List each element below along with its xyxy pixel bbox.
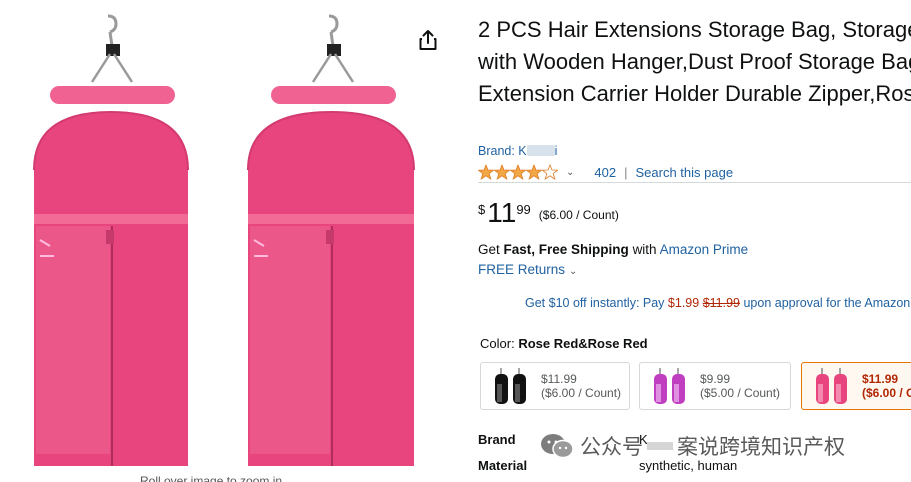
shipping-with: with (632, 242, 657, 257)
free-returns-label: FREE Returns (478, 262, 566, 277)
search-this-page-link[interactable]: Search this page (635, 165, 733, 180)
swatch-text: $9.99 ($5.00 / Count) (700, 372, 780, 400)
shipping-get: Get (478, 242, 500, 257)
spec-label-material: Material (478, 458, 528, 473)
swatch-thumbnail (816, 368, 847, 404)
storage-bag-left (33, 14, 189, 466)
price-per-unit: ($6.00 / Count) (538, 208, 619, 222)
swatch-price: $11.99 (541, 372, 577, 386)
price-symbol: $ (478, 202, 486, 217)
color-swatch-purple[interactable]: $9.99 ($5.00 / Count) (639, 362, 791, 410)
chevron-down-icon[interactable]: ⌄ (566, 167, 574, 178)
promo-banner[interactable]: Get $10 off instantly: Pay $1.99 $11.99 … (525, 296, 910, 310)
product-title: 2 PCS Hair Extensions Storage Bag, Stora… (478, 17, 911, 106)
wechat-icon (541, 434, 574, 459)
color-swatch-rose-red[interactable]: $11.99 ($6.00 / Count) (801, 362, 911, 410)
product-image-area[interactable]: Roll over image to zoom in (0, 0, 470, 482)
divider (478, 182, 911, 183)
color-selected: Rose Red&Rose Red (518, 336, 648, 351)
share-icon[interactable] (416, 28, 440, 52)
price-fraction: 99 (516, 202, 531, 217)
color-label-prefix: Color: (480, 336, 515, 351)
promo-tail: upon approval for the Amazon (743, 296, 911, 310)
amazon-prime-link[interactable]: Amazon Prime (660, 242, 749, 257)
spec-label-brand: Brand (478, 432, 516, 447)
color-label: Color: Rose Red&Rose Red (480, 336, 648, 351)
stars-icon (478, 164, 558, 180)
product-image[interactable] (0, 0, 470, 470)
separator: | (624, 164, 628, 180)
swatch-unit: ($5.00 / Count) (700, 386, 781, 400)
swatch-text: $11.99 ($6.00 / Count) (862, 372, 911, 400)
swatch-unit: ($6.00 / Count) (541, 386, 622, 400)
brand-link-suffix: i (554, 144, 558, 158)
zoom-hint: Roll over image to zoom in (140, 474, 283, 482)
watermark-suffix: 案说跨境知识产权 (677, 436, 845, 459)
product-details: 2 PCS Hair Extensions Storage Bag, Stora… (478, 0, 911, 482)
swatch-thumbnail (495, 368, 526, 404)
promo-old-price: $11.99 (702, 296, 740, 310)
price-whole: 11 (487, 197, 517, 228)
price: $ 11 99 ($6.00 / Count) (478, 198, 619, 228)
swatch-text: $11.99 ($6.00 / Count) (541, 372, 621, 400)
wechat-watermark: 公众号 案说跨境知识产权 (540, 430, 845, 462)
swatch-thumbnail (654, 368, 685, 404)
storage-bag-right (247, 14, 415, 466)
rating-row: ⌄ 402 | Search this page (478, 162, 733, 182)
swatch-unit: ($6.00 / Count) (862, 386, 911, 400)
redacted-block (526, 145, 555, 156)
watermark-prefix: 公众号 (580, 436, 643, 459)
ratings-count-link[interactable]: 402 (594, 165, 616, 180)
star-rating[interactable] (478, 164, 558, 180)
shipping-line: Get Fast, Free Shipping with Amazon Prim… (478, 242, 748, 257)
brand-link[interactable]: Brand: K i (478, 144, 557, 158)
free-returns-link[interactable]: FREE Returns ⌄ (478, 262, 577, 277)
swatch-price: $11.99 (862, 372, 899, 386)
fast-free-shipping: Fast, Free Shipping (503, 242, 629, 257)
promo-pay-price: $1.99 (667, 296, 700, 310)
swatch-price: $9.99 (700, 372, 731, 386)
promo-text: Get $10 off instantly: Pay (525, 296, 665, 310)
chevron-down-icon: ⌄ (569, 266, 578, 277)
redacted-block (647, 442, 673, 450)
brand-link-prefix: Brand: K (478, 144, 527, 158)
color-swatch-black[interactable]: $11.99 ($6.00 / Count) (480, 362, 630, 410)
